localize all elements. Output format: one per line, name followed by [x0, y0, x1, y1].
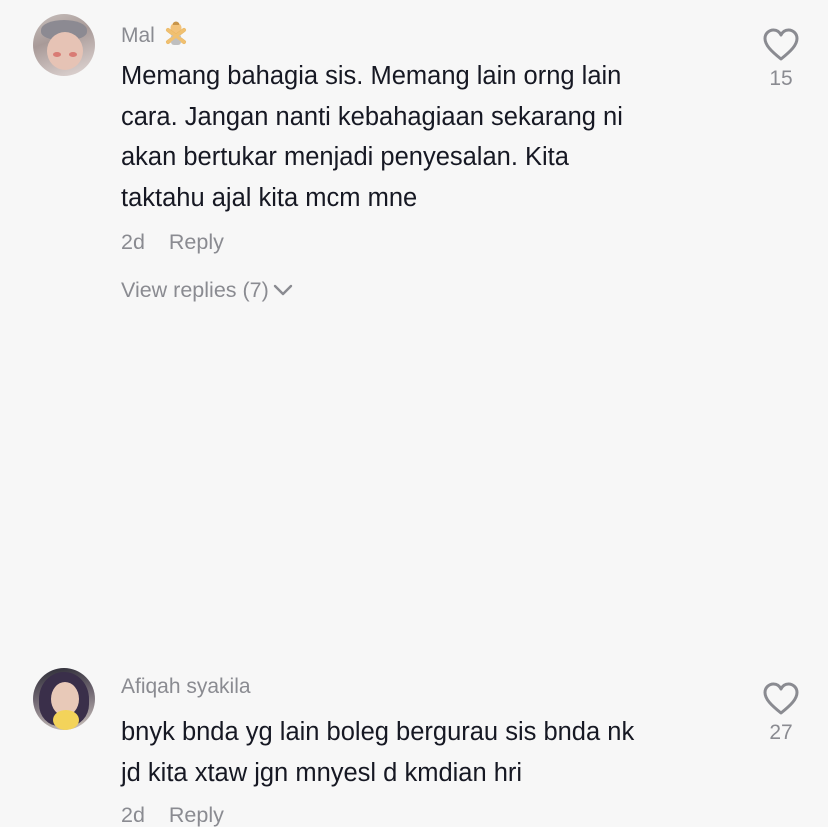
view-replies-label: View replies (7): [121, 278, 269, 302]
avatar[interactable]: [33, 668, 95, 730]
comment-text: bnyk bnda yg lain boleg bergurau sis bnd…: [121, 718, 635, 787]
like-count: 15: [769, 67, 793, 90]
reply-button[interactable]: Reply: [169, 230, 224, 254]
heart-outline-icon[interactable]: [763, 682, 799, 716]
comment-meta: 2d Reply: [121, 230, 224, 254]
comment-age: 2d: [121, 230, 145, 254]
like-control: 15: [756, 28, 806, 89]
like-control: 27: [756, 682, 806, 743]
comment-item: Afiqah syakila bnyk bnda yg lain boleg b…: [0, 330, 828, 826]
chevron-down-icon: [273, 284, 292, 296]
comment-meta: 2d Reply: [121, 803, 224, 827]
view-replies-button[interactable]: View replies (7): [121, 278, 293, 302]
comment-age: 2d: [121, 803, 145, 827]
comment-text: Memang bahagia sis. Memang lain orng lai…: [121, 62, 623, 212]
person-gesturing-no-emoji-icon: [165, 21, 186, 45]
comment-username[interactable]: Mal: [121, 20, 189, 46]
comment-item: Mal Memang bahagia sis. Memang lain orng…: [0, 0, 828, 330]
heart-outline-icon[interactable]: [763, 28, 799, 62]
comment-username[interactable]: Afiqah syakila: [121, 676, 251, 697]
avatar[interactable]: [33, 14, 95, 76]
reply-button[interactable]: Reply: [169, 803, 224, 827]
like-count: 27: [769, 721, 793, 744]
